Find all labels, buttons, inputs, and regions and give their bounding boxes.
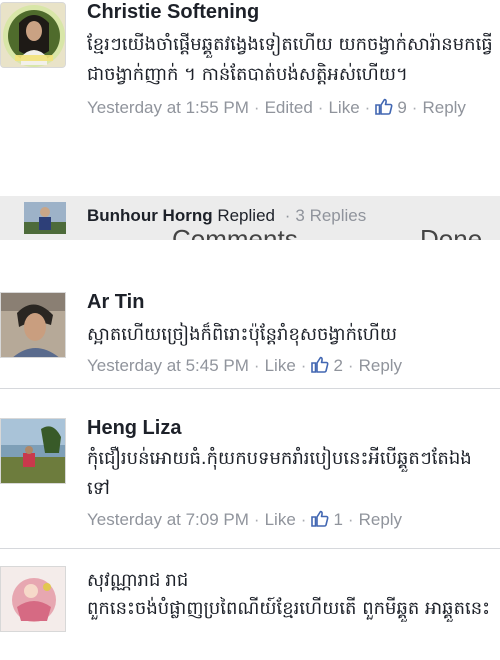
thumbs-up-icon bbox=[311, 356, 329, 373]
thumbs-up-icon bbox=[311, 510, 329, 527]
avatar[interactable] bbox=[0, 292, 66, 358]
separator-dot: · bbox=[253, 356, 260, 375]
comment-text: ស្អាតហើយច្រៀងក៏ពិរោះប៉ុន្តែរាំខុសចង្វាក់… bbox=[87, 324, 397, 345]
comment-author[interactable]: Christie Softening bbox=[87, 0, 497, 24]
like-count-value: 9 bbox=[397, 98, 407, 117]
comment-meta: Yesterday at 7:09 PM · Like · 1 · Reply bbox=[87, 508, 497, 532]
separator-dot: · bbox=[300, 356, 307, 375]
comment-meta: Yesterday at 5:45 PM · Like · 2 · Reply bbox=[87, 354, 497, 378]
separator-dot: · bbox=[253, 510, 260, 529]
avatar-photo-woman-icon bbox=[1, 3, 65, 67]
reply-count[interactable]: 3 Replies bbox=[295, 206, 366, 225]
comment-author[interactable]: Ar Tin bbox=[87, 290, 497, 314]
reply-action: Replied bbox=[217, 206, 275, 225]
comment-timestamp[interactable]: Yesterday at 1:55 PM bbox=[87, 96, 249, 120]
comment-timestamp[interactable]: Yesterday at 5:45 PM bbox=[87, 354, 249, 378]
comment-author[interactable]: សុវណ្ណារាជ រាជ bbox=[87, 568, 497, 592]
divider bbox=[0, 548, 500, 549]
comment-meta: Yesterday at 1:55 PM · Edited · Like · 9 · Reply bbox=[87, 96, 493, 120]
thumbs-up-icon bbox=[375, 98, 393, 115]
comment-timestamp[interactable]: Yesterday at 7:09 PM bbox=[87, 508, 249, 532]
overlay-done-button[interactable]: Done bbox=[420, 224, 482, 240]
divider bbox=[0, 388, 500, 389]
overlay-comments-title: Comments bbox=[172, 224, 298, 240]
separator-dot: · bbox=[364, 98, 371, 117]
like-button[interactable]: Like bbox=[265, 354, 296, 378]
avatar[interactable] bbox=[24, 202, 66, 234]
comment-text: ខ្មែរៗយើងចាំផ្តើមឆ្គួតវង្វេងទៀតហើយ យកចង្… bbox=[87, 34, 493, 85]
avatar-photo-figurine-icon bbox=[1, 567, 65, 631]
separator-dot: · bbox=[347, 356, 354, 375]
reply-button[interactable]: Reply bbox=[359, 354, 402, 378]
like-count[interactable]: 1 bbox=[311, 508, 343, 532]
like-button[interactable]: Like bbox=[328, 96, 359, 120]
edited-label[interactable]: Edited bbox=[265, 96, 313, 120]
like-button[interactable]: Like bbox=[265, 508, 296, 532]
avatar[interactable] bbox=[0, 2, 66, 68]
like-count-value: 1 bbox=[333, 510, 343, 529]
reply-author[interactable]: Bunhour Horng bbox=[87, 206, 213, 225]
reply-button[interactable]: Reply bbox=[359, 508, 402, 532]
avatar-photo-person-icon bbox=[24, 202, 66, 234]
replies-summary[interactable]: Comments Done Bunhour Horng Replied · 3 R… bbox=[0, 196, 500, 240]
reply-button[interactable]: Reply bbox=[422, 96, 465, 120]
like-count[interactable]: 9 bbox=[375, 96, 407, 120]
like-count-value: 2 bbox=[333, 356, 343, 375]
avatar[interactable] bbox=[0, 566, 66, 632]
separator-dot: · bbox=[253, 98, 260, 117]
comment-author[interactable]: Heng Liza bbox=[87, 416, 497, 440]
separator-dot: · bbox=[347, 510, 354, 529]
avatar[interactable] bbox=[0, 418, 66, 484]
comment-text: ពួកនេះចង់បំផ្លាញប្រពៃណីយ៍ខ្មែរហើយតើ ពួកម… bbox=[87, 598, 491, 619]
comment-text: កុំជឿរបន់អោយធំ.កុំយកបទមករាំរបៀបនេះអីបើឆ្… bbox=[87, 448, 472, 499]
like-count[interactable]: 2 bbox=[311, 354, 343, 378]
separator-dot: · bbox=[317, 98, 324, 117]
separator-dot: · bbox=[411, 98, 418, 117]
avatar-photo-man-icon bbox=[1, 293, 65, 357]
separator-dot: · bbox=[300, 510, 307, 529]
avatar-photo-landscape-icon bbox=[1, 419, 65, 483]
separator-dot: · bbox=[284, 206, 291, 225]
